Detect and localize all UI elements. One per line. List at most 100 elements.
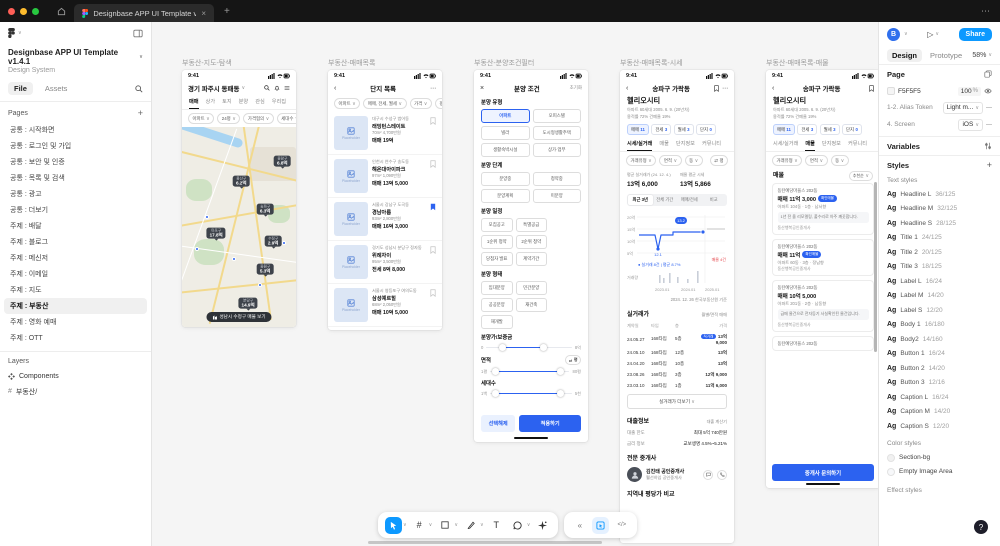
load-more-button[interactable]: 실거래가 더보기 ∨ — [627, 394, 727, 409]
text-style-item[interactable]: AgButton 214/20 — [879, 361, 1000, 376]
filter-option[interactable]: 상가·업무 — [533, 143, 582, 157]
minimize-window-button[interactable] — [20, 8, 27, 15]
frame-presale-filter[interactable]: 9:41 × 분양 조건 초기화 분양 유형 아파트 오피스텔 빌라 도시형생활… — [474, 70, 588, 442]
text-style-item[interactable]: AgHeadline S28/125 — [879, 216, 1000, 231]
bell-icon[interactable] — [274, 85, 280, 91]
filter-option[interactable]: 1순위 청약 — [481, 235, 513, 249]
remove-icon[interactable]: — — [986, 105, 992, 111]
page-color-swatch[interactable] — [887, 87, 895, 95]
clear-selection-button[interactable]: 선택해제 — [481, 415, 515, 432]
filter-option-selected[interactable]: 아파트 — [481, 109, 530, 123]
filter-option[interactable]: 분양계획 — [481, 189, 530, 203]
listing-item[interactable]: Placeholder 대구시 수성구 범어동 — [328, 327, 442, 330]
map-price-pin[interactable]: 수정구2.9억 — [265, 236, 282, 247]
table-row[interactable]: 23.08.26168타입3층12억 9,000 — [620, 369, 734, 380]
filter-chip[interactable]: 평형∨ — [435, 98, 442, 109]
filter-option[interactable]: 2순위 청약 — [516, 235, 548, 249]
frame-title[interactable]: 부동산-매매목록-시세 — [620, 58, 683, 68]
canvas-vertical-scrollbar[interactable] — [874, 182, 877, 352]
share-button[interactable]: Share — [959, 28, 992, 41]
tab-price[interactable]: 시세/실거래 — [773, 140, 798, 151]
design-mode-icon[interactable] — [592, 517, 609, 534]
more-icon[interactable]: ⋯ — [722, 85, 728, 92]
text-style-item[interactable]: AgTitle 318/125 — [879, 260, 1000, 275]
reset-button[interactable]: 초기화 — [570, 85, 582, 91]
page-item[interactable]: 공통 : 시작화면 — [4, 122, 147, 138]
contact-agent-button[interactable]: 중개사 문의하기 — [772, 464, 874, 481]
text-style-item[interactable]: AgLabel L16/24 — [879, 274, 1000, 289]
frame-listings[interactable]: 9:41 ‹ 송파구 가락동 헬리오시티 아파트 60세대 2005. 6. 9… — [766, 70, 878, 488]
text-style-item[interactable]: AgButton 116/24 — [879, 347, 1000, 362]
chevron-down-icon[interactable]: ∨ — [454, 522, 458, 528]
household-range-slider[interactable] — [490, 390, 572, 397]
area-range-slider[interactable] — [490, 368, 569, 375]
filter-option[interactable]: 미분양 — [533, 189, 582, 203]
color-style-item[interactable]: Empty Image Area — [879, 465, 1000, 479]
agent-card[interactable]: 김진태 공인중개사웰선하임 공인중개사 — [620, 464, 734, 485]
map-view[interactable]: 용산구6.2억 중랑구6.8억 송파구6.3억 마포구17.8억 수정구2.9억… — [182, 127, 296, 327]
layer-item-components[interactable]: Components — [0, 369, 151, 384]
actions-sparkle-icon[interactable] — [534, 517, 551, 534]
filter-option[interactable]: 계약기간 — [516, 252, 548, 266]
tab-complex-info[interactable]: 단지정보 — [822, 140, 841, 151]
tab-urijip[interactable]: 우리집 — [272, 98, 286, 109]
menu-icon[interactable] — [284, 85, 290, 91]
filter-chip[interactable]: 거래유형∨ — [626, 155, 656, 166]
page-item[interactable]: 공통 : 보안 및 인증 — [4, 154, 147, 170]
tab-listings-selected[interactable]: 매물 — [805, 140, 815, 151]
page-item[interactable]: 주제 : 배달 — [4, 218, 147, 234]
filter-option[interactable]: 재건축 — [516, 298, 548, 312]
filter-chip[interactable]: 면적∨ — [659, 155, 681, 166]
map-price-pin[interactable]: 중랑구6.8억 — [274, 156, 291, 167]
filter-chip[interactable]: 세대수∨ — [277, 113, 296, 124]
filter-chip[interactable]: 가격협의∨ — [243, 113, 273, 124]
variables-adjust-icon[interactable] — [984, 142, 992, 150]
comment-tool-icon[interactable] — [509, 517, 526, 534]
frame-title[interactable]: 부동산-분양조건필터 — [474, 58, 534, 68]
tab-prototype[interactable]: Prototype — [925, 49, 967, 62]
slider-handle[interactable] — [499, 344, 506, 351]
filter-option[interactable]: 임대분양 — [481, 281, 513, 295]
filter-chip[interactable]: 면적∨ — [805, 155, 827, 166]
table-row[interactable]: 24.05.10168타입12층13억 — [620, 347, 734, 358]
bookmark-icon[interactable] — [869, 85, 874, 92]
page-item[interactable]: 공통 : 목록 및 검색 — [4, 170, 147, 186]
map-price-pin[interactable]: 분당구14.9억 — [239, 298, 258, 309]
map-price-pin[interactable]: 마포구17.8억 — [207, 228, 226, 239]
color-style-item[interactable]: Section-bg — [879, 451, 1000, 465]
listing-card[interactable]: 동탄예당마을스 202동 매매 10억 5,000 아파트 201동 · 2층 … — [772, 280, 874, 332]
design-canvas[interactable]: 부동산-지도-탐색 부동산-매매목록 부동산-분양조건필터 부동산-매매목록-시… — [152, 22, 878, 546]
text-tool-icon[interactable]: T — [488, 517, 505, 534]
filter-option[interactable]: 도시형생활주택 — [533, 126, 582, 140]
price-range-slider[interactable] — [486, 344, 571, 351]
back-icon[interactable]: ‹ — [626, 85, 628, 92]
more-icon[interactable]: ⋯ — [430, 85, 436, 92]
new-tab-button[interactable]: + — [224, 6, 230, 17]
unit-toggle-button[interactable]: ⇄평 — [710, 155, 728, 166]
tab-design[interactable]: Design — [887, 49, 922, 62]
bookmark-icon[interactable] — [430, 246, 436, 254]
deal-chip[interactable]: 단지0 — [696, 124, 716, 135]
filter-chip[interactable]: 아파트∨ — [188, 113, 214, 124]
bookmark-icon[interactable] — [430, 160, 436, 168]
table-filter-link[interactable]: 월별/면적 매매 — [702, 312, 727, 318]
frame-title[interactable]: 부동산-매매목록-매물 — [766, 58, 829, 68]
zoom-level[interactable]: 58% — [972, 52, 986, 59]
filter-chip[interactable]: 동∨ — [831, 155, 849, 166]
page-item[interactable]: 주제 : 이메일 — [4, 266, 147, 282]
filter-option[interactable]: 청약중 — [533, 172, 582, 186]
segment[interactable]: 전체 기간 — [653, 195, 678, 205]
maximize-window-button[interactable] — [32, 8, 39, 15]
page-item[interactable]: 주제 : 지도 — [4, 282, 147, 298]
text-style-item[interactable]: AgTitle 220/125 — [879, 245, 1000, 260]
home-icon[interactable] — [57, 7, 66, 16]
segment[interactable]: 매매/전세 — [677, 195, 702, 205]
text-style-item[interactable]: AgTitle 124/125 — [879, 231, 1000, 246]
listing-item[interactable]: Placeholder 서울시 영등포구 여의도동삼성예르힐68m² 2,050… — [328, 284, 442, 327]
segment-selected[interactable]: 최근 3년 — [628, 195, 653, 205]
page-item[interactable]: 주제 : 메신저 — [4, 250, 147, 266]
listing-item[interactable]: Placeholder 경기도 성남시 분당구 정자동위례자이95m² 3,50… — [328, 241, 442, 284]
filter-option[interactable]: 생활숙박시설 — [481, 143, 530, 157]
chat-icon[interactable] — [703, 470, 713, 480]
eye-icon[interactable] — [984, 88, 992, 94]
